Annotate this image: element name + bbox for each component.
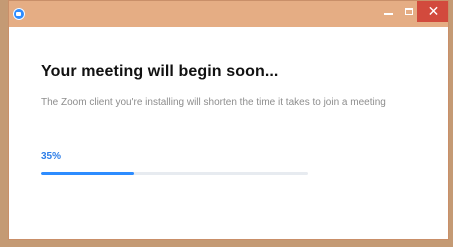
dialog-message: The Zoom client you're installing will s… [41, 97, 386, 108]
maximize-button[interactable] [400, 1, 418, 21]
minimize-button[interactable] [378, 1, 398, 21]
close-button[interactable]: ✕ [417, 1, 448, 22]
zoom-app-icon [13, 8, 25, 20]
progress-fill [41, 172, 135, 175]
progress-bar [41, 172, 308, 175]
dialog-content: Your meeting will begin soon... The Zoom… [9, 27, 448, 239]
title-bar: ✕ [9, 1, 448, 27]
progress-percent: 35% [41, 151, 62, 162]
close-icon: ✕ [427, 3, 440, 20]
installer-window: ✕ Your meeting will begin soon... The Zo… [8, 0, 449, 240]
dialog-title: Your meeting will begin soon... [41, 63, 279, 80]
